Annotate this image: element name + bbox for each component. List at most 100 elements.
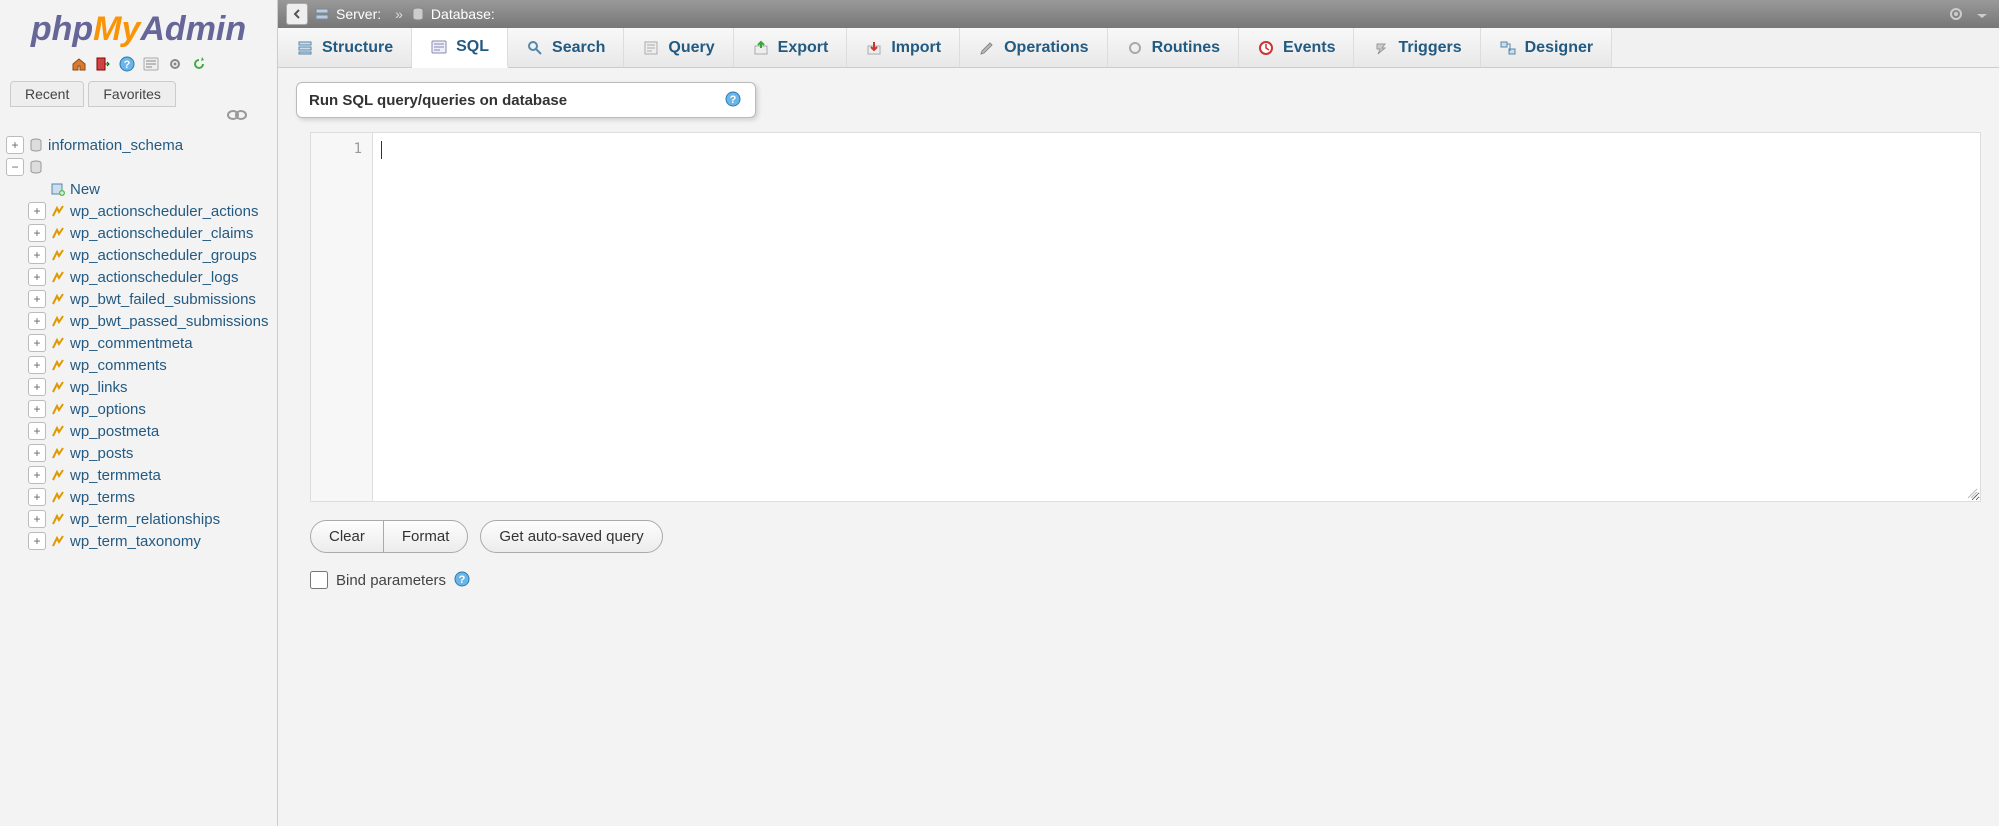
svg-text:?: ? — [123, 59, 130, 71]
expand-icon[interactable]: + — [28, 356, 46, 374]
tab-favorites[interactable]: Favorites — [88, 81, 176, 107]
expand-icon[interactable]: + — [28, 400, 46, 418]
tree-table-item[interactable]: +wp_bwt_passed_submissions — [28, 310, 277, 332]
collapse-top-icon[interactable] — [1973, 5, 1991, 23]
tree-table-item[interactable]: +wp_terms — [28, 486, 277, 508]
expand-icon[interactable]: + — [28, 510, 46, 528]
expand-icon[interactable]: + — [28, 246, 46, 264]
tree-table-label: wp_term_taxonomy — [70, 533, 201, 550]
tab-query[interactable]: Query — [624, 28, 733, 67]
tab-events[interactable]: Events — [1239, 28, 1354, 67]
browse-icon[interactable] — [50, 291, 66, 307]
gear-icon[interactable] — [1947, 5, 1965, 23]
tab-designer[interactable]: Designer — [1481, 28, 1612, 67]
browse-icon[interactable] — [50, 225, 66, 241]
browse-icon[interactable] — [50, 533, 66, 549]
resize-handle[interactable] — [1966, 487, 1978, 499]
help-icon[interactable]: ? — [454, 571, 472, 589]
tree-table-item[interactable]: + wp_actionscheduler_groups — [28, 244, 277, 266]
help-icon[interactable]: ? — [725, 91, 743, 109]
collapse-link-icon[interactable] — [227, 109, 247, 123]
tree-table-item[interactable]: +wp_comments — [28, 354, 277, 376]
operations-icon — [978, 39, 996, 57]
tab-import[interactable]: Import — [847, 28, 960, 67]
tab-sql[interactable]: SQL — [412, 28, 508, 68]
expand-icon[interactable]: + — [28, 202, 46, 220]
tab-routines[interactable]: Routines — [1108, 28, 1239, 67]
tree-table-item[interactable]: +wp_actionscheduler_logs — [28, 266, 277, 288]
help-icon[interactable]: ? — [118, 55, 136, 73]
browse-icon[interactable] — [50, 247, 66, 263]
tree-db-information-schema[interactable]: + information_schema — [6, 134, 277, 156]
button-row: Clear Format Get auto-saved query — [310, 520, 1981, 553]
tab-label: Operations — [1004, 39, 1088, 57]
expand-icon[interactable]: + — [6, 136, 24, 154]
browse-icon[interactable] — [50, 379, 66, 395]
browse-icon[interactable] — [50, 511, 66, 527]
expand-icon[interactable]: + — [28, 488, 46, 506]
tab-label: SQL — [456, 38, 489, 56]
tab-export[interactable]: Export — [734, 28, 848, 67]
tree-table-item[interactable]: +wp_termmeta — [28, 464, 277, 486]
events-icon — [1257, 39, 1275, 57]
tree-table-item[interactable]: +wp_bwt_failed_submissions — [28, 288, 277, 310]
collapse-icon[interactable]: − — [6, 158, 24, 176]
tree-table-item[interactable]: +wp_postmeta — [28, 420, 277, 442]
expand-icon[interactable]: + — [28, 290, 46, 308]
breadcrumb-server-label: Server: — [336, 6, 381, 22]
browse-icon[interactable] — [50, 335, 66, 351]
expand-icon[interactable]: + — [28, 422, 46, 440]
expand-icon[interactable]: + — [28, 532, 46, 550]
tree-table-item[interactable]: +wp_actionscheduler_actions — [28, 200, 277, 222]
breadcrumb: Server: » Database: — [278, 0, 1999, 28]
browse-icon[interactable] — [50, 401, 66, 417]
tree-new-table[interactable]: New — [28, 178, 277, 200]
tree-table-item[interactable]: +wp_actionscheduler_claims — [28, 222, 277, 244]
tree-table-item[interactable]: +wp_options — [28, 398, 277, 420]
browse-icon[interactable] — [50, 445, 66, 461]
back-button[interactable] — [286, 3, 308, 25]
tree-db-current[interactable]: − — [6, 156, 277, 178]
expand-icon[interactable]: + — [28, 268, 46, 286]
tree-table-item[interactable]: +wp_links — [28, 376, 277, 398]
expand-icon[interactable]: + — [28, 224, 46, 242]
expand-icon[interactable]: + — [28, 312, 46, 330]
exit-icon[interactable] — [94, 55, 112, 73]
sidebar-tabs: Recent Favorites — [0, 81, 277, 107]
tree-table-item[interactable]: +wp_posts — [28, 442, 277, 464]
format-button[interactable]: Format — [383, 521, 468, 552]
logo[interactable]: phpMyAdmin — [0, 0, 277, 53]
browse-icon[interactable] — [50, 489, 66, 505]
sql-icon[interactable] — [142, 55, 160, 73]
browse-icon[interactable] — [50, 269, 66, 285]
editor-code-area[interactable] — [373, 133, 1980, 501]
tab-triggers[interactable]: Triggers — [1354, 28, 1480, 67]
clear-button[interactable]: Clear — [311, 521, 383, 552]
tab-label: Structure — [322, 39, 393, 57]
sql-editor[interactable]: 1 — [310, 132, 1981, 502]
browse-icon[interactable] — [50, 423, 66, 439]
settings-icon[interactable] — [166, 55, 184, 73]
tab-search[interactable]: Search — [508, 28, 624, 67]
tree-table-item[interactable]: + wp_term_taxonomy — [28, 530, 277, 552]
browse-icon[interactable] — [50, 357, 66, 373]
browse-icon[interactable] — [50, 313, 66, 329]
reload-icon[interactable] — [190, 55, 208, 73]
home-icon[interactable] — [70, 55, 88, 73]
expand-icon[interactable]: + — [28, 334, 46, 352]
tree-table-label: wp_actionscheduler_groups — [70, 247, 257, 264]
tree-table-item[interactable]: +wp_commentmeta — [28, 332, 277, 354]
tab-structure[interactable]: Structure — [278, 28, 412, 67]
bind-parameters-checkbox[interactable] — [310, 571, 328, 589]
breadcrumb-separator: » — [393, 6, 405, 22]
browse-icon[interactable] — [50, 467, 66, 483]
tab-recent[interactable]: Recent — [10, 81, 84, 107]
tab-operations[interactable]: Operations — [960, 28, 1107, 67]
expand-icon[interactable]: + — [28, 444, 46, 462]
tree-table-item[interactable]: +wp_term_relationships — [28, 508, 277, 530]
expand-icon[interactable]: + — [28, 466, 46, 484]
get-autosaved-button[interactable]: Get auto-saved query — [480, 520, 662, 553]
database-icon — [28, 159, 44, 175]
expand-icon[interactable]: + — [28, 378, 46, 396]
browse-icon[interactable] — [50, 203, 66, 219]
